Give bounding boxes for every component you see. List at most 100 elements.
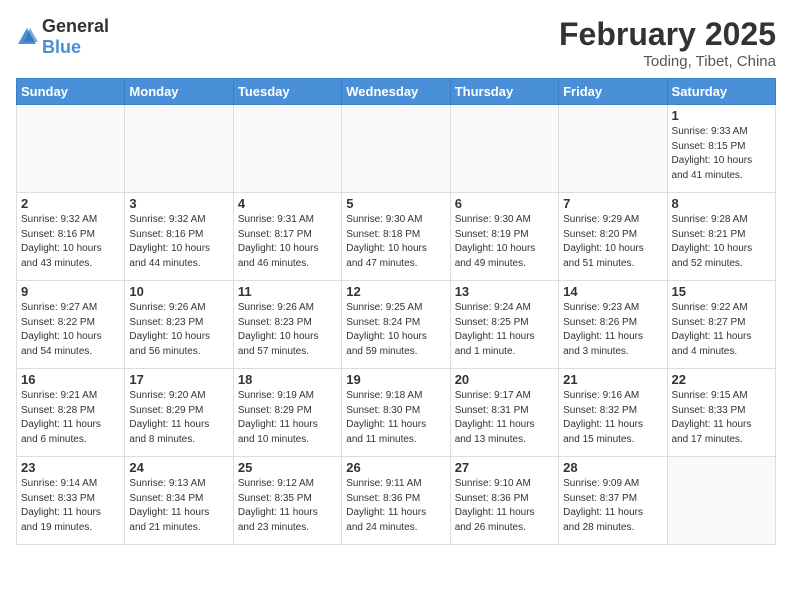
calendar-week-row: 1 Sunrise: 9:33 AM Sunset: 8:15 PM Daylig… [17, 105, 776, 193]
logo-icon [16, 26, 38, 48]
day-number: 4 [238, 196, 337, 211]
day-number: 1 [672, 108, 771, 123]
calendar-day-cell: 13Sunrise: 9:24 AM Sunset: 8:25 PM Dayli… [450, 281, 558, 369]
day-number: 8 [672, 196, 771, 211]
page-header: General Blue February 2025 Toding, Tibet… [16, 16, 776, 70]
day-number: 9 [21, 284, 120, 299]
day-number: 13 [455, 284, 554, 299]
day-number: 26 [346, 460, 445, 475]
day-number: 20 [455, 372, 554, 387]
calendar-week-row: 2 Sunrise: 9:32 AM Sunset: 8:16 PM Daylig… [17, 193, 776, 281]
day-number: 28 [563, 460, 662, 475]
calendar-day-cell: 25Sunrise: 9:12 AM Sunset: 8:35 PM Dayli… [233, 457, 341, 545]
calendar-day-cell: 8 Sunrise: 9:28 AM Sunset: 8:21 PM Daylig… [667, 193, 775, 281]
day-info: Sunrise: 9:30 AM Sunset: 8:18 PM Dayligh… [346, 213, 445, 271]
calendar-day-cell: 28 Sunrise: 9:09 AM Sunset: 8:37 PM Dayli… [559, 457, 667, 545]
day-number: 19 [346, 372, 445, 387]
calendar-day-cell: 7 Sunrise: 9:29 AM Sunset: 8:20 PM Daylig… [559, 193, 667, 281]
day-number: 22 [672, 372, 771, 387]
day-info: Sunrise: 9:21 AM Sunset: 8:28 PM Dayligh… [21, 389, 120, 447]
calendar-day-cell: 17Sunrise: 9:20 AM Sunset: 8:29 PM Dayli… [125, 369, 233, 457]
calendar-day-cell: 20Sunrise: 9:17 AM Sunset: 8:31 PM Dayli… [450, 369, 558, 457]
calendar-day-cell [17, 105, 125, 193]
day-info: Sunrise: 9:31 AM Sunset: 8:17 PM Dayligh… [238, 213, 337, 271]
day-number: 16 [21, 372, 120, 387]
calendar-week-row: 16 Sunrise: 9:21 AM Sunset: 8:28 PM Dayli… [17, 369, 776, 457]
day-info: Sunrise: 9:28 AM Sunset: 8:21 PM Dayligh… [672, 213, 771, 271]
day-info: Sunrise: 9:18 AM Sunset: 8:30 PM Dayligh… [346, 389, 445, 447]
day-number: 23 [21, 460, 120, 475]
calendar-day-cell: 23 Sunrise: 9:14 AM Sunset: 8:33 PM Dayli… [17, 457, 125, 545]
day-number: 6 [455, 196, 554, 211]
day-number: 10 [129, 284, 228, 299]
day-info: Sunrise: 9:19 AM Sunset: 8:29 PM Dayligh… [238, 389, 337, 447]
day-info: Sunrise: 9:33 AM Sunset: 8:15 PM Dayligh… [672, 125, 771, 183]
calendar-day-cell: 14 Sunrise: 9:23 AM Sunset: 8:26 PM Dayli… [559, 281, 667, 369]
day-of-week-header: Saturday [667, 79, 775, 105]
calendar-day-cell: 2 Sunrise: 9:32 AM Sunset: 8:16 PM Daylig… [17, 193, 125, 281]
calendar-day-cell [125, 105, 233, 193]
calendar-day-cell [342, 105, 450, 193]
calendar-day-cell: 1 Sunrise: 9:33 AM Sunset: 8:15 PM Daylig… [667, 105, 775, 193]
day-info: Sunrise: 9:32 AM Sunset: 8:16 PM Dayligh… [129, 213, 228, 271]
calendar-day-cell: 15 Sunrise: 9:22 AM Sunset: 8:27 PM Dayli… [667, 281, 775, 369]
day-info: Sunrise: 9:30 AM Sunset: 8:19 PM Dayligh… [455, 213, 554, 271]
month-year: February 2025 [559, 16, 776, 53]
calendar-week-row: 23 Sunrise: 9:14 AM Sunset: 8:33 PM Dayli… [17, 457, 776, 545]
day-number: 7 [563, 196, 662, 211]
calendar-day-cell: 24 Sunrise: 9:13 AM Sunset: 8:34 PM Dayli… [125, 457, 233, 545]
day-info: Sunrise: 9:32 AM Sunset: 8:16 PM Dayligh… [21, 213, 120, 271]
title-block: February 2025 Toding, Tibet, China [559, 16, 776, 70]
day-info: Sunrise: 9:25 AM Sunset: 8:24 PM Dayligh… [346, 301, 445, 359]
day-info: Sunrise: 9:29 AM Sunset: 8:20 PM Dayligh… [563, 213, 662, 271]
calendar-day-cell: 3 Sunrise: 9:32 AM Sunset: 8:16 PM Daylig… [125, 193, 233, 281]
day-info: Sunrise: 9:15 AM Sunset: 8:33 PM Dayligh… [672, 389, 771, 447]
day-info: Sunrise: 9:13 AM Sunset: 8:34 PM Dayligh… [129, 477, 228, 535]
calendar-day-cell: 16 Sunrise: 9:21 AM Sunset: 8:28 PM Dayli… [17, 369, 125, 457]
day-info: Sunrise: 9:23 AM Sunset: 8:26 PM Dayligh… [563, 301, 662, 359]
day-number: 15 [672, 284, 771, 299]
calendar-day-cell [667, 457, 775, 545]
location: Toding, Tibet, China [559, 53, 776, 70]
day-info: Sunrise: 9:10 AM Sunset: 8:36 PM Dayligh… [455, 477, 554, 535]
calendar-day-cell: 6 Sunrise: 9:30 AM Sunset: 8:19 PM Daylig… [450, 193, 558, 281]
calendar-day-cell [450, 105, 558, 193]
day-number: 11 [238, 284, 337, 299]
day-of-week-header: Thursday [450, 79, 558, 105]
day-number: 27 [455, 460, 554, 475]
day-number: 14 [563, 284, 662, 299]
day-number: 24 [129, 460, 228, 475]
calendar-day-cell: 5 Sunrise: 9:30 AM Sunset: 8:18 PM Daylig… [342, 193, 450, 281]
calendar-day-cell: 10 Sunrise: 9:26 AM Sunset: 8:23 PM Dayli… [125, 281, 233, 369]
calendar-week-row: 9 Sunrise: 9:27 AM Sunset: 8:22 PM Daylig… [17, 281, 776, 369]
calendar-day-cell: 18 Sunrise: 9:19 AM Sunset: 8:29 PM Dayli… [233, 369, 341, 457]
day-of-week-header: Friday [559, 79, 667, 105]
day-info: Sunrise: 9:26 AM Sunset: 8:23 PM Dayligh… [129, 301, 228, 359]
day-of-week-header: Tuesday [233, 79, 341, 105]
calendar-day-cell [233, 105, 341, 193]
calendar-day-cell: 27 Sunrise: 9:10 AM Sunset: 8:36 PM Dayli… [450, 457, 558, 545]
calendar-table: SundayMondayTuesdayWednesdayThursdayFrid… [16, 78, 776, 545]
day-number: 17 [129, 372, 228, 387]
calendar-day-cell [559, 105, 667, 193]
calendar-day-cell: 11Sunrise: 9:26 AM Sunset: 8:23 PM Dayli… [233, 281, 341, 369]
day-info: Sunrise: 9:16 AM Sunset: 8:32 PM Dayligh… [563, 389, 662, 447]
day-info: Sunrise: 9:12 AM Sunset: 8:35 PM Dayligh… [238, 477, 337, 535]
calendar-day-cell: 21Sunrise: 9:16 AM Sunset: 8:32 PM Dayli… [559, 369, 667, 457]
day-of-week-header: Monday [125, 79, 233, 105]
day-number: 3 [129, 196, 228, 211]
day-number: 5 [346, 196, 445, 211]
day-info: Sunrise: 9:11 AM Sunset: 8:36 PM Dayligh… [346, 477, 445, 535]
day-info: Sunrise: 9:22 AM Sunset: 8:27 PM Dayligh… [672, 301, 771, 359]
logo-blue: Blue [42, 37, 81, 57]
day-info: Sunrise: 9:09 AM Sunset: 8:37 PM Dayligh… [563, 477, 662, 535]
calendar-header-row: SundayMondayTuesdayWednesdayThursdayFrid… [17, 79, 776, 105]
calendar-day-cell: 19 Sunrise: 9:18 AM Sunset: 8:30 PM Dayli… [342, 369, 450, 457]
day-number: 2 [21, 196, 120, 211]
calendar-day-cell: 26 Sunrise: 9:11 AM Sunset: 8:36 PM Dayli… [342, 457, 450, 545]
day-info: Sunrise: 9:27 AM Sunset: 8:22 PM Dayligh… [21, 301, 120, 359]
day-of-week-header: Wednesday [342, 79, 450, 105]
day-number: 18 [238, 372, 337, 387]
calendar-day-cell: 9 Sunrise: 9:27 AM Sunset: 8:22 PM Daylig… [17, 281, 125, 369]
day-info: Sunrise: 9:14 AM Sunset: 8:33 PM Dayligh… [21, 477, 120, 535]
